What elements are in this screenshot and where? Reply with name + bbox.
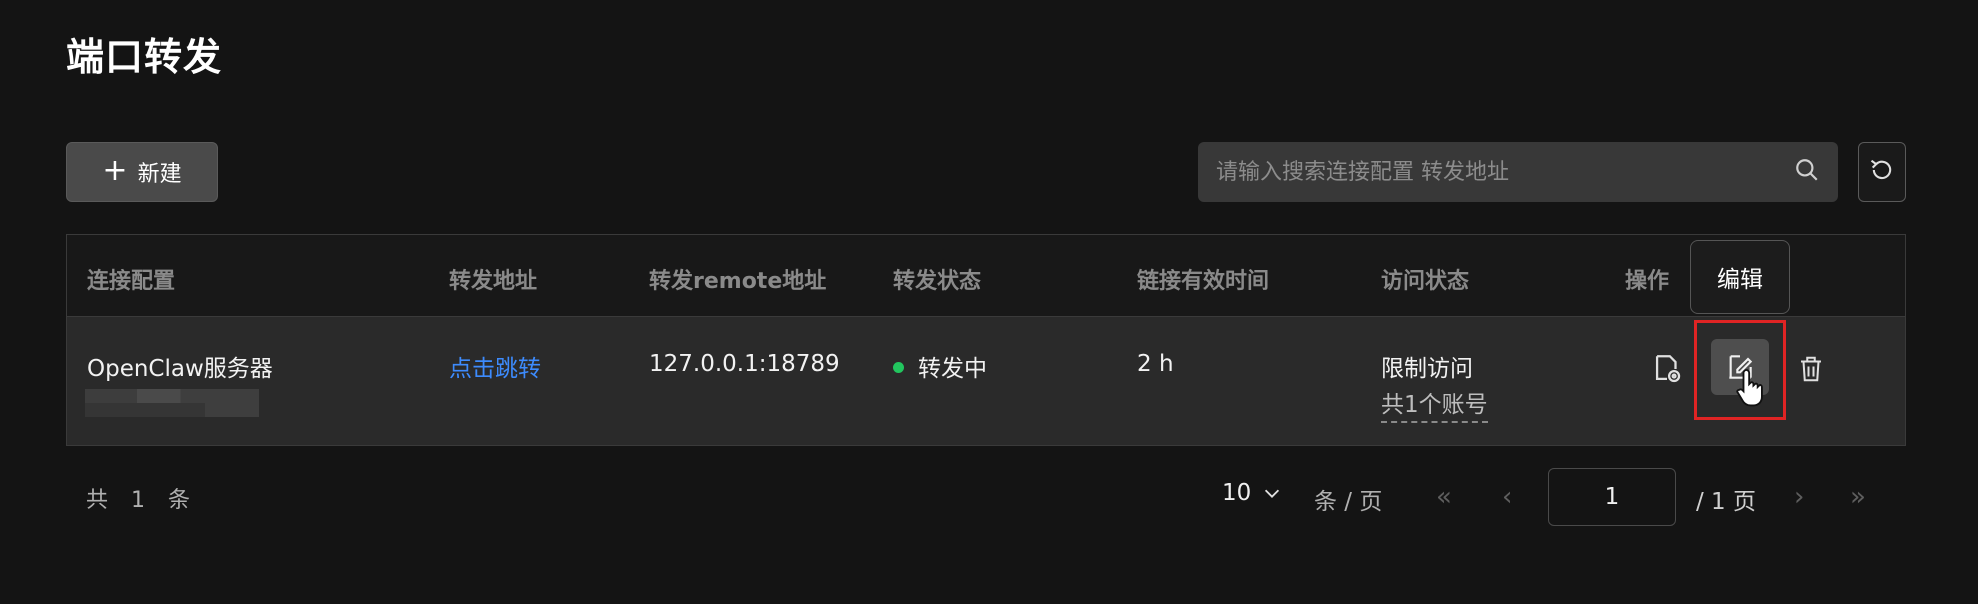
- page-size-suffix: 条 / 页: [1314, 489, 1383, 515]
- table-row: OpenClaw服务器 点击跳转 127.0.0.1:18789 转发中 2 h…: [67, 317, 1905, 445]
- edit-tooltip: 编辑: [1690, 240, 1790, 314]
- config-name: OpenClaw服务器: [87, 356, 273, 382]
- page-size-select[interactable]: 10: [1222, 480, 1283, 506]
- port-forward-table: 连接配置 转发地址 转发remote地址 转发状态 链接有效时间 访问状态 操作…: [66, 234, 1906, 446]
- plus-icon: +: [102, 152, 128, 188]
- access-accounts-link[interactable]: 共1个账号: [1381, 385, 1488, 423]
- next-page-icon[interactable]: ›: [1794, 482, 1804, 512]
- access-state: 限制访问: [1381, 356, 1473, 382]
- page-size-value: 10: [1222, 480, 1252, 506]
- page-title: 端口转发: [66, 35, 223, 79]
- table-header: 连接配置 转发地址 转发remote地址 转发状态 链接有效时间 访问状态 操作: [67, 235, 1905, 317]
- trash-icon: [1801, 356, 1821, 382]
- column-header-valid-time: 链接有效时间: [1137, 269, 1270, 294]
- column-header-remote-address: 转发remote地址: [649, 269, 827, 294]
- refresh-button[interactable]: [1858, 142, 1906, 202]
- forward-link[interactable]: 点击跳转: [449, 349, 541, 383]
- column-header-config: 连接配置: [87, 269, 176, 294]
- search-icon[interactable]: [1794, 157, 1820, 187]
- forward-status: 转发中: [893, 349, 987, 383]
- total-pages: / 1 页: [1696, 489, 1757, 515]
- page-number-input[interactable]: [1548, 468, 1676, 526]
- search-input[interactable]: [1216, 159, 1794, 185]
- masked-detail-secondary: [85, 403, 205, 417]
- column-header-forward-address: 转发地址: [449, 269, 538, 294]
- column-header-forward-status: 转发状态: [893, 269, 982, 294]
- last-page-icon[interactable]: »: [1850, 482, 1866, 512]
- first-page-icon[interactable]: «: [1436, 482, 1452, 512]
- search-box: [1198, 142, 1838, 202]
- remote-address: 127.0.0.1:18789: [649, 351, 840, 377]
- forward-status-text: 转发中: [918, 356, 987, 382]
- column-header-access-state: 访问状态: [1381, 269, 1470, 294]
- refresh-icon: [1868, 156, 1896, 188]
- new-button[interactable]: + 新建: [66, 142, 218, 202]
- config-settings-button[interactable]: [1645, 347, 1689, 391]
- delete-button[interactable]: [1789, 347, 1833, 391]
- column-header-actions: 操作: [1625, 269, 1670, 294]
- new-button-label: 新建: [137, 162, 182, 187]
- edit-highlight-box: [1694, 320, 1786, 420]
- status-dot-icon: [893, 362, 904, 373]
- pagination-total: 共 1 条: [86, 488, 198, 513]
- prev-page-icon[interactable]: ‹: [1502, 482, 1512, 512]
- chevron-down-icon: [1265, 489, 1280, 498]
- file-settings-icon: [1655, 355, 1681, 383]
- valid-time: 2 h: [1137, 351, 1174, 377]
